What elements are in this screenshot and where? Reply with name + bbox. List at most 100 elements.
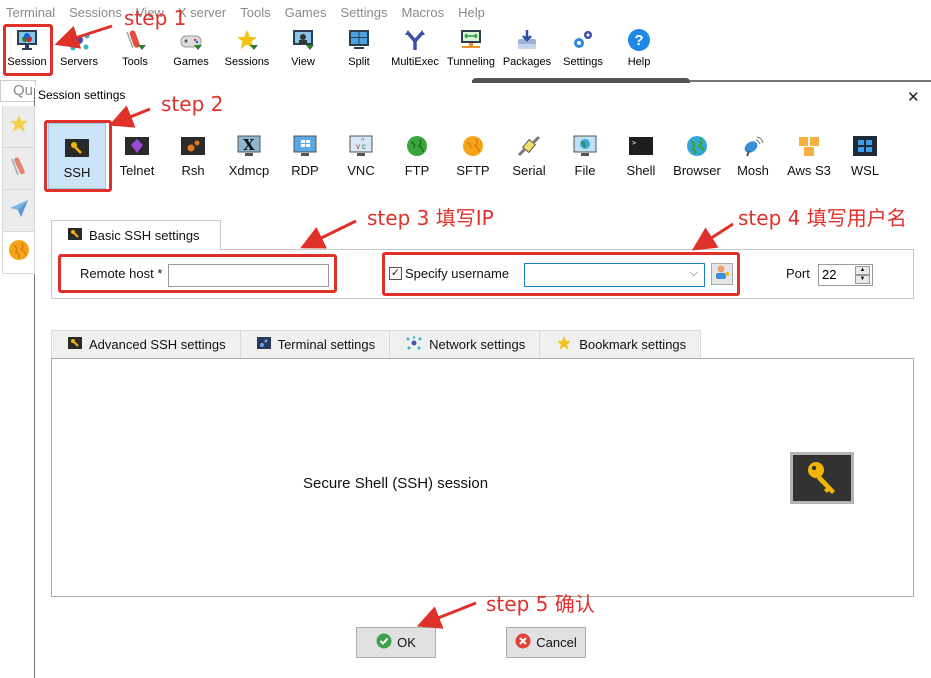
session-type-label: Serial [512,163,546,178]
session-type-vnc[interactable]: v c ^ VNC [333,122,389,190]
star-icon [9,114,29,139]
menu-settings[interactable]: Settings [341,5,388,20]
session-settings-dialog: Session settings ✕ SSH Telnet Rsh X Xdmc… [35,86,931,678]
network-icon [406,336,422,353]
tab-basic-ssh-settings[interactable]: Basic SSH settings [51,220,221,250]
toolbar-view-button[interactable]: View [275,24,331,76]
ssh-key-icon [790,452,854,504]
view-monitor-icon [291,28,315,52]
session-type-label: RDP [291,163,319,178]
session-type-ftp[interactable]: FTP [389,122,445,190]
toolbar-label: Tunneling [447,56,495,68]
svg-text:?: ? [634,32,643,49]
remote-host-label: Remote host * [80,266,163,281]
session-type-label: Browser [673,163,721,178]
browser-globe-icon [684,135,710,157]
toolbar-tools-button[interactable]: Tools [107,24,163,76]
toolbar-multiexec-button[interactable]: MultiExec [387,24,443,76]
toolbar-session-button[interactable]: Session [3,24,51,76]
ok-button[interactable]: OK [356,627,436,658]
specify-username-checkbox[interactable]: ✓ [389,267,402,280]
main-toolbar: Session Servers Tools Games Sessions Vie… [0,24,931,78]
session-type-serial[interactable]: Serial [501,122,557,190]
sidebar-tabs [2,106,35,274]
annotation-step3: step 3 填写IP [367,206,494,230]
sidebar-tab-sftp[interactable] [2,190,35,232]
session-type-label: Aws S3 [787,163,831,178]
session-type-shell[interactable]: > Shell [613,122,669,190]
spin-down-button[interactable]: ▼ [855,275,870,284]
session-type-mosh[interactable]: Mosh [725,122,781,190]
ok-label: OK [397,635,416,650]
rsh-gears-icon [180,135,206,157]
session-type-xdmcp[interactable]: X Xdmcp [221,122,277,190]
xdmcp-x-icon: X [236,135,262,157]
menu-tools[interactable]: Tools [240,5,270,20]
toolbar-settings-button[interactable]: Settings [555,24,611,76]
sidebar-tab-macros[interactable] [2,232,35,274]
session-monitor-icon [15,28,39,52]
toolbar-tunneling-button[interactable]: Tunneling [443,24,499,76]
tab-label: Bookmark settings [579,337,687,352]
close-icon[interactable]: ✕ [907,88,920,106]
toolbar-label: Split [348,56,370,68]
dialog-title: Session settings [38,88,126,102]
svg-text:X: X [243,136,255,154]
terminal-tab-strip[interactable] [472,78,690,83]
port-spinner[interactable]: ▲ ▼ [855,266,870,284]
globe-icon [8,239,30,266]
settings-tabs: Advanced SSH settings Terminal settings … [51,330,702,358]
ssh-key-icon [68,337,82,352]
remote-host-input[interactable] [168,264,329,287]
toolbar-label: Packages [502,56,552,68]
session-type-browser[interactable]: Browser [669,122,725,190]
menu-macros[interactable]: Macros [401,5,444,20]
basic-settings-panel: Remote host * ✓ Specify username ⌵ Port … [51,249,914,299]
sftp-globe-icon [460,135,486,157]
session-type-telnet[interactable]: Telnet [109,122,165,190]
session-type-aws-s3[interactable]: Aws S3 [781,122,837,190]
toolbar-packages-button[interactable]: Packages [499,24,555,76]
session-type-label: Xdmcp [228,163,270,178]
wsl-windows-icon [852,135,878,157]
toolbar-label: Tools [122,56,148,68]
tab-network-settings[interactable]: Network settings [389,330,541,358]
toolbar-label: Settings [563,56,603,68]
toolbar-servers-button[interactable]: Servers [51,24,107,76]
port-input[interactable]: 22 ▲ ▼ [818,264,873,286]
tab-label: Advanced SSH settings [89,337,226,352]
sidebar-tab-sessions[interactable] [2,106,35,148]
toolbar-split-button[interactable]: Split [331,24,387,76]
toolbar-games-button[interactable]: Games [163,24,219,76]
cancel-button[interactable]: Cancel [506,627,586,658]
menu-terminal[interactable]: Terminal [6,5,55,20]
session-type-sftp[interactable]: SFTP [445,122,501,190]
specify-username-label: Specify username [405,266,510,281]
toolbar-label: Servers [60,56,98,68]
svg-text:v: v [356,142,360,151]
toolbar-sessions-button[interactable]: Sessions [219,24,275,76]
toolbar-help-button[interactable]: ? Help [611,24,667,76]
quick-connect-input[interactable]: Qu [0,80,36,102]
tab-advanced-ssh-settings[interactable]: Advanced SSH settings [51,330,241,358]
session-type-rdp[interactable]: RDP [277,122,333,190]
session-type-rsh[interactable]: Rsh [165,122,221,190]
tab-terminal-settings[interactable]: Terminal settings [239,330,391,358]
session-type-wsl[interactable]: WSL [837,122,893,190]
tab-bookmark-settings[interactable]: Bookmark settings [539,330,702,358]
spin-up-button[interactable]: ▲ [855,266,870,275]
username-combobox[interactable]: ⌵ [524,263,705,287]
star-icon [235,28,259,52]
toolbar-label: Help [627,56,651,68]
menu-sessions[interactable]: Sessions [69,5,122,20]
user-manager-button[interactable] [711,263,733,285]
menu-help[interactable]: Help [458,5,485,20]
sidebar-tab-tools[interactable] [2,148,35,190]
session-type-label: VNC [347,163,375,178]
serial-plug-icon [516,135,542,157]
menu-games[interactable]: Games [285,5,327,20]
session-type-ssh[interactable]: SSH [48,123,106,189]
session-type-file[interactable]: File [557,122,613,190]
tools-knife-icon [123,28,147,52]
session-type-label: File [574,163,596,178]
